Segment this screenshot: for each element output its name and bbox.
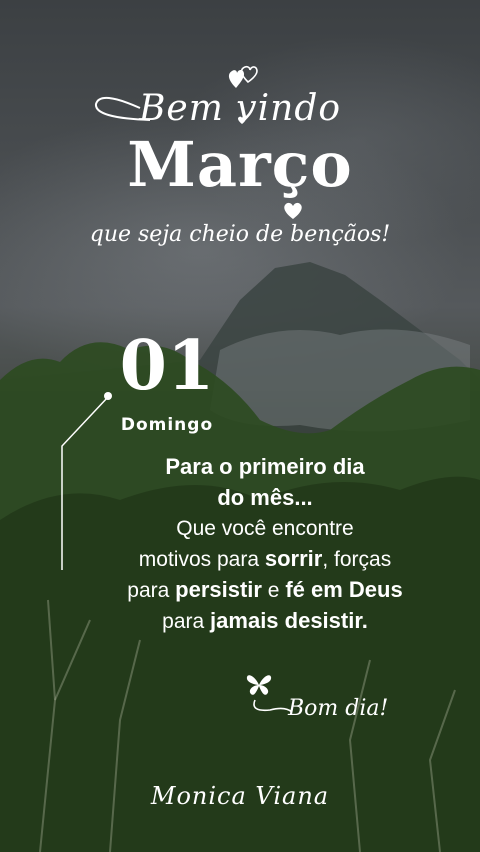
- welcome-text: Bem vindo: [138, 88, 342, 129]
- message-text: para: [127, 579, 176, 602]
- message-line-5: para persistir e fé em Deus: [60, 575, 470, 606]
- connector-dot: [104, 392, 112, 400]
- butterfly-icon: [246, 675, 272, 695]
- message-block: Para o primeiro dia do mês... Que você e…: [60, 452, 470, 637]
- day-number: 01: [119, 326, 215, 406]
- message-text: e: [261, 579, 286, 602]
- heart-icon: [284, 202, 302, 219]
- message-line-6: para jamais desistir.: [60, 606, 470, 637]
- month-title: Março: [127, 128, 353, 201]
- message-text: motivos para: [138, 548, 265, 571]
- author-signature: Monica Viana: [150, 782, 330, 810]
- message-emphasis: fé em Deus: [285, 577, 403, 602]
- message-heading-2: do mês...: [217, 485, 313, 510]
- good-day-text: Bom dia!: [288, 696, 389, 721]
- message-line-1: Para o primeiro dia: [60, 452, 470, 483]
- message-text: para: [162, 610, 211, 633]
- message-line-4: motivos para sorrir, forças: [60, 544, 470, 575]
- message-emphasis: sorrir: [264, 546, 323, 571]
- message-emphasis: persistir: [175, 577, 262, 602]
- weekday-label: Domingo: [120, 415, 214, 435]
- subtitle: que seja cheio de bençãos!: [89, 222, 391, 247]
- message-line-3: Que você encontre: [176, 517, 354, 540]
- message-emphasis: jamais desistir.: [210, 608, 368, 633]
- message-heading-1: Para o primeiro dia: [165, 454, 365, 479]
- message-text: , forças: [322, 548, 392, 571]
- message-line-2: do mês...: [60, 483, 470, 514]
